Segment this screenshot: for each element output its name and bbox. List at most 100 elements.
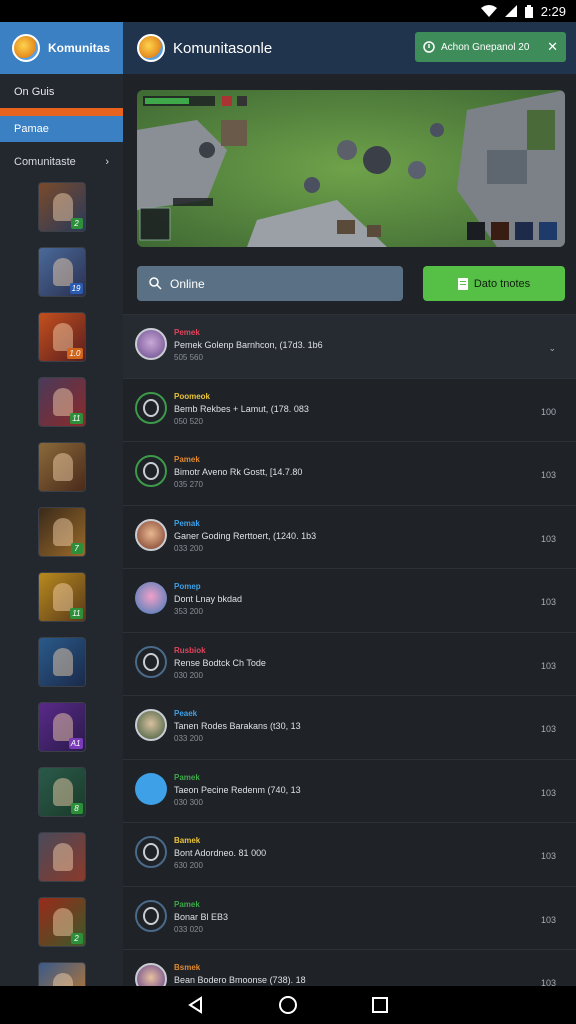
champion-level-badge: 7: [70, 543, 83, 554]
champion-card[interactable]: 1.0: [37, 312, 86, 362]
list-item[interactable]: Bamek Bont Adordneo. 81 000 630 200 103: [123, 822, 576, 886]
app-logo: [12, 34, 40, 62]
item-title: Bemb Rekbes + Lamut, (178. 083: [174, 403, 309, 414]
notification-banner[interactable]: Achon Gnepanol 20 ✕: [415, 32, 566, 62]
item-title: Bont Adordneo. 81 000: [174, 848, 267, 858]
item-count: 100: [540, 406, 556, 417]
item-count: 103: [540, 787, 556, 798]
gunner-portrait-icon: [52, 388, 73, 416]
data-notes-label: Dato tnotes: [473, 277, 531, 290]
sorceress-portrait-icon: [52, 453, 73, 481]
item-subtitle: 505 560: [174, 353, 203, 362]
champion-card[interactable]: 7: [37, 507, 86, 557]
champion-level-badge: 1.0: [67, 348, 83, 359]
close-icon[interactable]: ✕: [547, 39, 558, 55]
back-icon[interactable]: [187, 996, 205, 1014]
list-item[interactable]: Poomeok Bemb Rekbes + Lamut, (178. 083 050…: [123, 377, 576, 442]
item-count: 103: [540, 597, 556, 607]
list-item[interactable]: Pamek Taeon Pecine Redenm (740, 13 030 300…: [123, 758, 576, 823]
navigation-bar: [0, 986, 576, 1024]
ring-avatar-icon: [135, 899, 167, 932]
item-count: 103: [540, 724, 556, 734]
item-status: Pemak: [174, 518, 200, 528]
champion-card[interactable]: [37, 832, 86, 882]
list-item[interactable]: Pamek Bonar Bl EB3 033 020 103: [123, 885, 576, 950]
ring-avatar-icon: [135, 391, 167, 424]
online-search-button[interactable]: Online: [137, 266, 403, 301]
item-count: 103: [540, 470, 556, 480]
blue-icon-avatar: [135, 772, 167, 805]
recents-icon[interactable]: [371, 996, 389, 1014]
item-title: Dont Lnay bkdad: [174, 594, 243, 604]
sidebar-collections-toggle[interactable]: Comunitaste ›: [0, 142, 123, 176]
sidebar: Komunitas On Guis Pamae Comunitaste › 2 1…: [0, 22, 123, 986]
item-title: Ganer Goding Rerttoert, (1240. 1b3: [174, 530, 317, 541]
item-status: Peaek: [174, 709, 198, 718]
item-title: Pemek Golenp Barnhcon, (17d3. 1b6: [174, 340, 323, 350]
item-subtitle: 050 520: [174, 416, 203, 426]
item-subtitle: 030 200: [174, 670, 203, 680]
item-subtitle: 035 270: [174, 480, 203, 489]
game-preview[interactable]: [137, 90, 565, 247]
item-status: Pomep: [174, 582, 201, 591]
champion-card[interactable]: 11: [37, 572, 86, 622]
item-title: Bonar Bl EB3: [174, 911, 229, 922]
sidebar-header[interactable]: Komunitas: [0, 22, 123, 74]
champion-card[interactable]: [37, 962, 86, 986]
signal-icon: [504, 5, 517, 17]
battery-icon: [524, 4, 533, 18]
item-status: Rusbiok: [174, 645, 206, 655]
champion-level-badge: A1: [68, 738, 83, 749]
item-count: 103: [540, 533, 556, 544]
champion-card[interactable]: 8: [37, 767, 86, 817]
item-title: Bean Bodero Bmoonse (738). 18: [174, 975, 306, 985]
champion-card[interactable]: [37, 637, 86, 687]
item-title: Tanen Rodes Barakans (t30, 13: [174, 721, 301, 731]
item-status: Pamek: [174, 455, 200, 464]
wifi-icon: [480, 5, 497, 17]
home-icon[interactable]: [278, 995, 298, 1015]
champion-level-badge: 11: [70, 608, 83, 619]
search-icon: [149, 277, 162, 290]
goblin-portrait-icon: [52, 518, 73, 546]
list-item[interactable]: Pamek Bimotr Aveno Rk Gostt, [14.7.80 035 …: [123, 441, 576, 505]
mage-portrait-icon: [52, 258, 73, 286]
list-item[interactable]: Pemak Ganer Goding Rerttoert, (1240. 1b3 0…: [123, 504, 576, 569]
pink-hair-avatar: [135, 582, 167, 614]
info-icon: [423, 41, 435, 53]
ranger-portrait-icon: [52, 778, 73, 806]
list-item[interactable]: Pemek Pemek Golenp Barnhcon, (17d3. 1b6 50…: [123, 314, 576, 378]
collections-label: Comunitaste: [14, 156, 76, 168]
sidebar-section-label[interactable]: On Guis: [0, 74, 123, 106]
item-subtitle: 033 020: [174, 924, 203, 934]
app-name: Komunitas: [48, 41, 111, 55]
shadow-assassin-portrait-icon: [52, 713, 73, 741]
champion-card[interactable]: 2: [37, 182, 86, 232]
notification-text: Achon Gnepanol 20: [441, 41, 530, 53]
list-item[interactable]: Rusbiok Rense Bodtck Ch Tode 030 200 103: [123, 631, 576, 696]
champion-card[interactable]: 11: [37, 377, 86, 427]
expand-chevron-icon[interactable]: ⌄: [548, 343, 556, 354]
main-header: Komunitasonle Achon Gnepanol 20 ✕: [123, 22, 576, 74]
sidebar-item-active[interactable]: Pamae: [0, 116, 123, 142]
item-status: Bamek: [174, 836, 201, 845]
champion-level-badge: 2: [70, 933, 83, 944]
champion-card[interactable]: A1: [37, 702, 86, 752]
robot-portrait-icon: [52, 843, 73, 871]
status-bar: 2:29: [0, 0, 576, 22]
item-subtitle: 353 200: [174, 607, 203, 616]
fire-knight-portrait-icon: [52, 323, 73, 351]
item-status: Pamek: [174, 772, 200, 782]
champion-card[interactable]: 19: [37, 247, 86, 297]
warrior-portrait-icon: [52, 193, 73, 221]
ice-dragon-portrait-icon: [52, 648, 73, 676]
champion-card[interactable]: 2: [37, 897, 86, 947]
champion-card[interactable]: [37, 442, 86, 492]
item-count: 103: [540, 914, 556, 925]
list-item[interactable]: Pomep Dont Lnay bkdad 353 200 103: [123, 568, 576, 632]
ring-avatar-icon: [135, 836, 167, 868]
document-icon: [457, 277, 468, 290]
data-notes-button[interactable]: Dato tnotes: [423, 266, 565, 301]
list-item[interactable]: Peaek Tanen Rodes Barakans (t30, 13 033 20…: [123, 695, 576, 759]
header-logo: [137, 34, 165, 62]
